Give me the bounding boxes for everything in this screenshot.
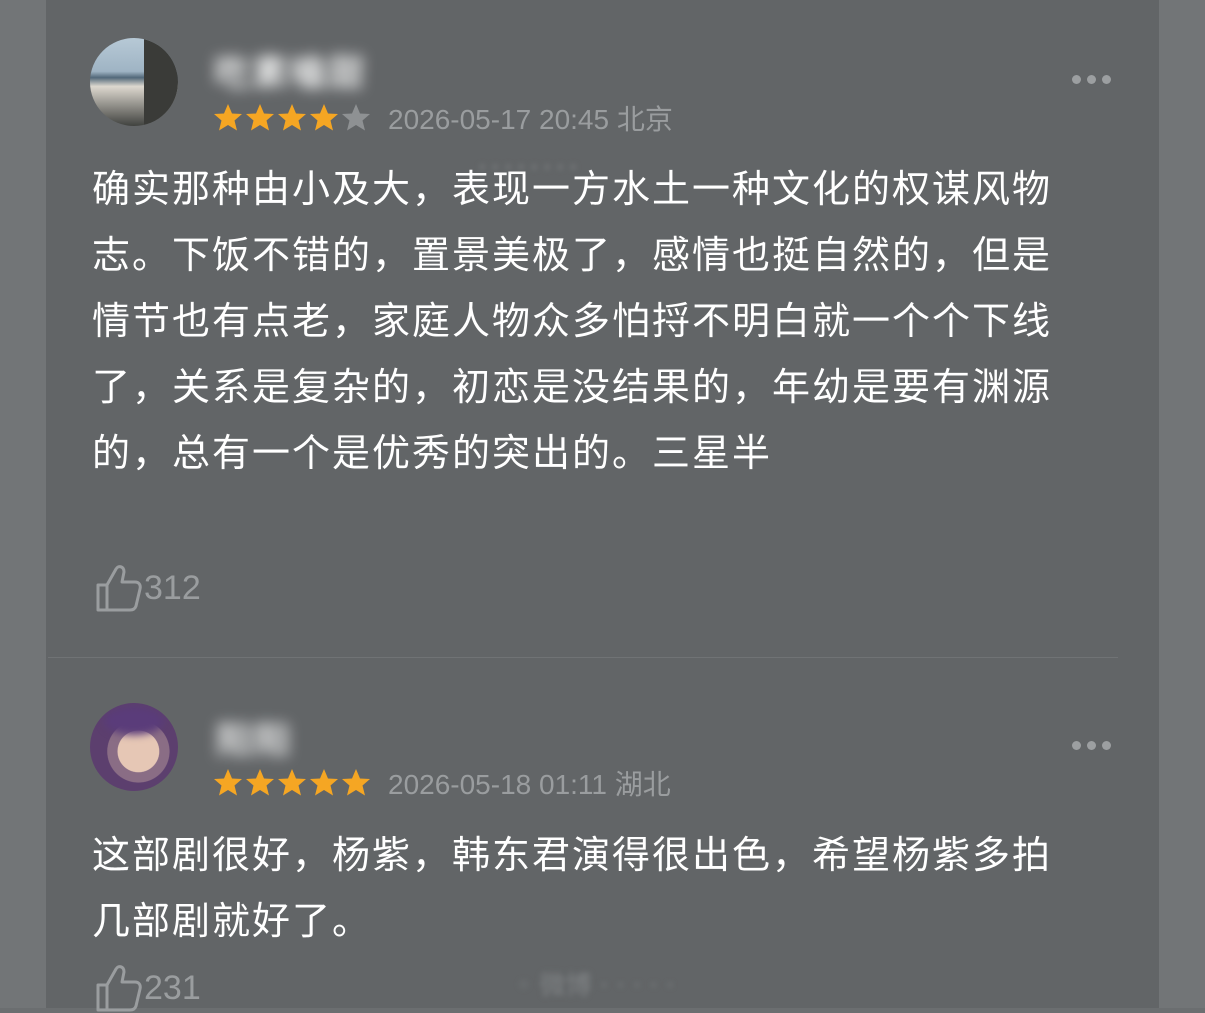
thumb-up-icon (96, 965, 142, 1012)
star-filled-icon (214, 104, 242, 131)
like-count: 312 (144, 568, 201, 607)
divider (48, 657, 1118, 658)
star-filled-icon (246, 769, 274, 796)
star-filled-icon (278, 769, 306, 796)
screenshot-frame: 吃素嗑甜 2026-05-17 20:45 北京 确实那种由小及大，表现一方水土… (0, 0, 1205, 1012)
more-dots-icon[interactable] (1072, 75, 1111, 84)
like-button[interactable]: 231 (94, 963, 201, 1013)
rating-stars (212, 767, 372, 797)
avatar[interactable] (90, 38, 178, 126)
comment-list[interactable]: 吃素嗑甜 2026-05-17 20:45 北京 确实那种由小及大，表现一方水土… (46, 0, 1159, 1012)
star-empty-icon (342, 104, 370, 131)
star-filled-icon (278, 104, 306, 131)
star-filled-icon (310, 104, 338, 131)
comment-date: 2026-05-18 01:11 (388, 769, 607, 800)
comment-location: 湖北 (614, 769, 671, 800)
comment-text: 这部剧很好，杨紫，韩东君演得很出色，希望杨紫多拍几部剧就好了。 (92, 833, 1053, 943)
star-filled-icon (310, 769, 338, 796)
star-filled-icon (342, 769, 370, 796)
right-edge (1159, 0, 1205, 1008)
avatar[interactable] (90, 703, 178, 791)
like-button[interactable]: 312 (94, 563, 201, 613)
like-count: 231 (144, 968, 201, 1007)
star-filled-icon (246, 104, 274, 131)
comment-location: 北京 (616, 104, 673, 135)
left-edge (0, 0, 46, 1008)
star-filled-icon (214, 769, 242, 796)
more-dots-icon[interactable] (1072, 741, 1111, 750)
watermark: ◦ 微博 · · · · · (516, 971, 675, 1001)
comment-meta: 2026-05-17 20:45 北京 (388, 98, 673, 138)
thumb-up-icon (96, 565, 142, 612)
comment-date: 2026-05-17 20:45 (388, 104, 610, 135)
username[interactable]: 阳阳 (216, 712, 292, 764)
watermark: ．．．．．．．． (476, 146, 594, 176)
comment-text: 确实那种由小及大，表现一方水土一种文化的权谋风物志。下饭不错的，置景美极了，感情… (92, 167, 1053, 475)
rating-stars (212, 102, 372, 132)
comment-meta: 2026-05-18 01:11 湖北 (388, 763, 671, 803)
username[interactable]: 吃素嗑甜 (214, 44, 366, 96)
